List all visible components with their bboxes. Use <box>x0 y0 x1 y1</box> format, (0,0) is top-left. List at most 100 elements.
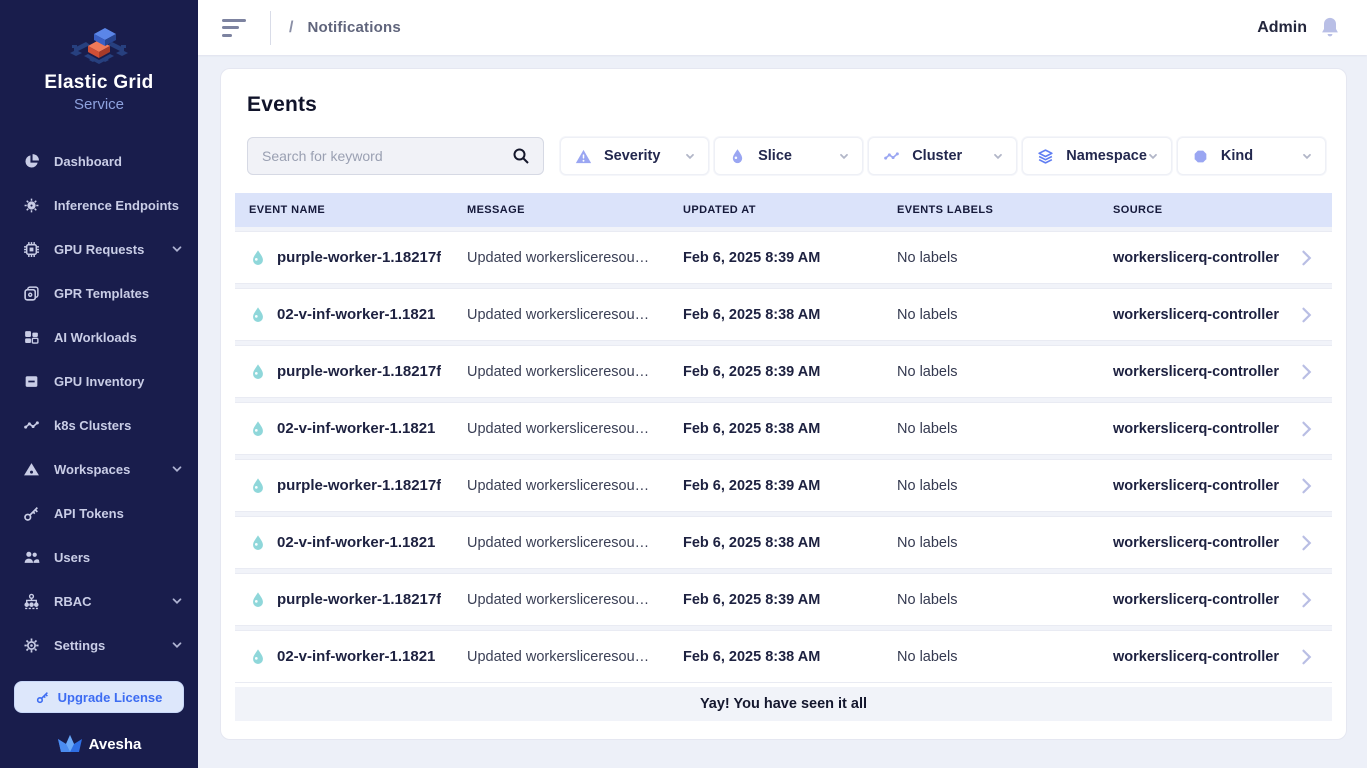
event-message: Updated workersliceresou… <box>467 364 683 380</box>
chevron-down-icon[interactable] <box>170 242 184 256</box>
table-row[interactable]: 02-v-inf-worker-1.1821 Updated workersli… <box>235 402 1332 455</box>
sidebar-item[interactable]: k8s Clusters <box>0 403 198 447</box>
event-name: 02-v-inf-worker-1.1821 <box>277 420 435 437</box>
workspace-icon <box>22 460 40 478</box>
rbac-icon <box>22 592 40 610</box>
event-name: 02-v-inf-worker-1.1821 <box>277 534 435 551</box>
sidebar-item-label: Settings <box>54 638 170 653</box>
chevron-right-icon[interactable] <box>1296 533 1316 553</box>
chevron-down-icon <box>838 150 850 162</box>
endpoint-icon <box>22 196 40 214</box>
event-message: Updated workersliceresou… <box>467 592 683 608</box>
chevron-right-icon[interactable] <box>1296 248 1316 268</box>
event-updated-at: Feb 6, 2025 8:38 AM <box>683 421 897 437</box>
cpu-icon <box>22 240 40 258</box>
content: Events Severity <box>198 55 1367 768</box>
event-labels: No labels <box>897 478 1113 494</box>
main-area: / Notifications Admin Events <box>198 0 1367 768</box>
chevron-right-icon[interactable] <box>1296 476 1316 496</box>
key-icon <box>22 504 40 522</box>
table-row[interactable]: 02-v-inf-worker-1.1821 Updated workersli… <box>235 630 1332 683</box>
event-labels: No labels <box>897 421 1113 437</box>
chevron-down-icon <box>1147 150 1159 162</box>
table-row[interactable]: purple-worker-1.18217f Updated workersli… <box>235 573 1332 626</box>
search-box <box>247 137 544 175</box>
gear-icon <box>22 636 40 654</box>
sidebar-item[interactable]: API Tokens <box>0 491 198 535</box>
chevron-down-icon[interactable] <box>170 462 184 476</box>
event-source: workerslicerq-controller <box>1113 364 1296 380</box>
menu-icon[interactable] <box>222 18 248 38</box>
column-header: UPDATED AT <box>683 204 897 216</box>
chevron-right-icon[interactable] <box>1296 305 1316 325</box>
sidebar-item[interactable]: GPU Requests <box>0 227 198 271</box>
event-source: workerslicerq-controller <box>1113 478 1296 494</box>
workloads-icon <box>22 328 40 346</box>
search-icon[interactable] <box>509 144 533 168</box>
sidebar-item[interactable]: GPR Templates <box>0 271 198 315</box>
filter-label: Slice <box>758 148 838 164</box>
event-message: Updated workersliceresou… <box>467 307 683 323</box>
event-droplet-icon <box>249 363 267 381</box>
event-labels: No labels <box>897 535 1113 551</box>
sidebar-item-label: AI Workloads <box>54 330 184 345</box>
sidebar-item[interactable]: GPU Inventory <box>0 359 198 403</box>
chevron-right-icon[interactable] <box>1296 419 1316 439</box>
filter-dropdown[interactable]: Kind <box>1177 137 1326 175</box>
breadcrumb: Notifications <box>307 19 400 36</box>
sidebar-item[interactable]: Users <box>0 535 198 579</box>
column-header: MESSAGE <box>467 204 683 216</box>
sidebar-item[interactable]: Workspaces <box>0 447 198 491</box>
table-row[interactable]: 02-v-inf-worker-1.1821 Updated workersli… <box>235 288 1332 341</box>
filter-label: Severity <box>604 148 684 164</box>
event-updated-at: Feb 6, 2025 8:39 AM <box>683 250 897 266</box>
admin-user-label[interactable]: Admin <box>1257 19 1307 37</box>
event-message: Updated workersliceresou… <box>467 478 683 494</box>
filter-dropdown[interactable]: Cluster <box>868 137 1017 175</box>
table-row[interactable]: purple-worker-1.18217f Updated workersli… <box>235 345 1332 398</box>
event-name: purple-worker-1.18217f <box>277 249 441 266</box>
page-title: Events <box>247 93 1332 117</box>
sidebar-item[interactable]: Inference Endpoints <box>0 183 198 227</box>
table-row[interactable]: 02-v-inf-worker-1.1821 Updated workersli… <box>235 516 1332 569</box>
table-body: purple-worker-1.18217f Updated workersli… <box>235 227 1332 683</box>
toolbar: Severity Slice Cluster <box>247 137 1326 175</box>
table-row[interactable]: purple-worker-1.18217f Updated workersli… <box>235 459 1332 512</box>
table-row[interactable]: purple-worker-1.18217f Updated workersli… <box>235 231 1332 284</box>
upgrade-license-button[interactable]: Upgrade License <box>14 681 184 713</box>
event-message: Updated workersliceresou… <box>467 649 683 665</box>
event-droplet-icon <box>249 534 267 552</box>
event-labels: No labels <box>897 649 1113 665</box>
inventory-icon <box>22 372 40 390</box>
breadcrumb-separator: / <box>289 19 293 37</box>
sidebar-item-label: Users <box>54 550 184 565</box>
sidebar-item[interactable]: AI Workloads <box>0 315 198 359</box>
layers-icon <box>1037 148 1054 165</box>
event-source: workerslicerq-controller <box>1113 250 1296 266</box>
event-updated-at: Feb 6, 2025 8:38 AM <box>683 307 897 323</box>
cluster-icon <box>22 416 40 434</box>
filter-dropdown[interactable]: Slice <box>714 137 863 175</box>
event-message: Updated workersliceresou… <box>467 421 683 437</box>
notifications-bell-icon[interactable] <box>1319 16 1341 40</box>
chevron-right-icon[interactable] <box>1296 362 1316 382</box>
event-updated-at: Feb 6, 2025 8:39 AM <box>683 364 897 380</box>
sidebar-item[interactable]: Settings <box>0 623 198 667</box>
chevron-right-icon[interactable] <box>1296 590 1316 610</box>
event-name: purple-worker-1.18217f <box>277 591 441 608</box>
sidebar-item[interactable]: RBAC <box>0 579 198 623</box>
filter-dropdown[interactable]: Namespace <box>1022 137 1172 175</box>
event-source: workerslicerq-controller <box>1113 649 1296 665</box>
event-droplet-icon <box>249 648 267 666</box>
chevron-down-icon[interactable] <box>170 594 184 608</box>
event-labels: No labels <box>897 364 1113 380</box>
users-icon <box>22 548 40 566</box>
topbar: / Notifications Admin <box>198 0 1367 55</box>
sidebar-item-label: k8s Clusters <box>54 418 184 433</box>
upgrade-license-label: Upgrade License <box>58 690 163 705</box>
chevron-down-icon[interactable] <box>170 638 184 652</box>
filter-dropdown[interactable]: Severity <box>560 137 709 175</box>
search-input[interactable] <box>262 148 509 164</box>
sidebar-item[interactable]: Dashboard <box>0 139 198 183</box>
chevron-right-icon[interactable] <box>1296 647 1316 667</box>
